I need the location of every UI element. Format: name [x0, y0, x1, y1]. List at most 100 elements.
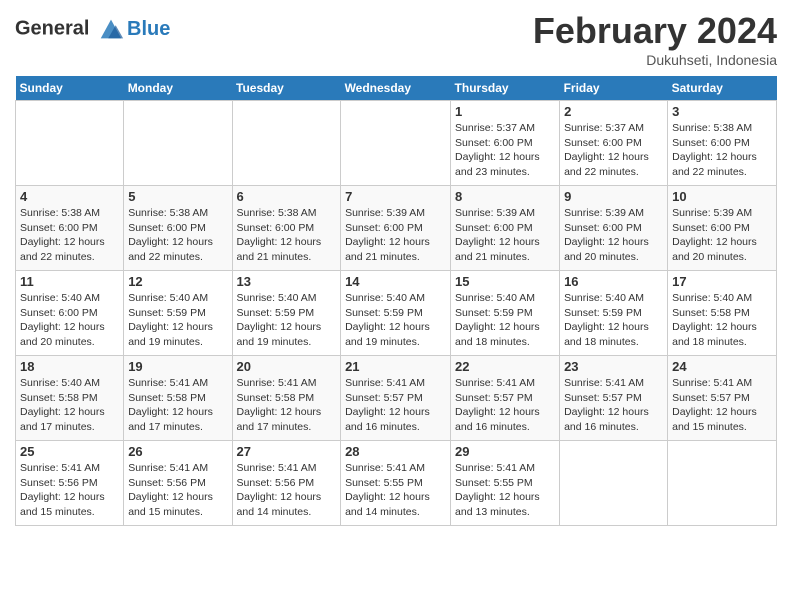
day-detail: Sunrise: 5:40 AMSunset: 5:59 PMDaylight:…: [455, 291, 555, 350]
calendar-cell: 12 Sunrise: 5:40 AMSunset: 5:59 PMDayligh…: [124, 271, 232, 356]
day-number: 8: [455, 189, 555, 204]
header-wednesday: Wednesday: [341, 76, 451, 101]
day-detail: Sunrise: 5:41 AMSunset: 5:56 PMDaylight:…: [128, 461, 227, 520]
day-detail: Sunrise: 5:41 AMSunset: 5:55 PMDaylight:…: [345, 461, 446, 520]
calendar-cell: 27 Sunrise: 5:41 AMSunset: 5:56 PMDayligh…: [232, 441, 341, 526]
day-detail: Sunrise: 5:41 AMSunset: 5:57 PMDaylight:…: [455, 376, 555, 435]
logo-blue: Blue: [127, 18, 170, 41]
calendar-cell: 14 Sunrise: 5:40 AMSunset: 5:59 PMDayligh…: [341, 271, 451, 356]
calendar-cell: 8 Sunrise: 5:39 AMSunset: 6:00 PMDaylight…: [451, 186, 560, 271]
header-thursday: Thursday: [451, 76, 560, 101]
day-detail: Sunrise: 5:37 AMSunset: 6:00 PMDaylight:…: [455, 121, 555, 180]
logo: General Blue: [15, 15, 170, 43]
header-sunday: Sunday: [16, 76, 124, 101]
day-detail: Sunrise: 5:37 AMSunset: 6:00 PMDaylight:…: [564, 121, 663, 180]
day-detail: Sunrise: 5:41 AMSunset: 5:58 PMDaylight:…: [237, 376, 337, 435]
day-number: 21: [345, 359, 446, 374]
day-detail: Sunrise: 5:40 AMSunset: 5:59 PMDaylight:…: [237, 291, 337, 350]
header-monday: Monday: [124, 76, 232, 101]
calendar-cell: 21 Sunrise: 5:41 AMSunset: 5:57 PMDayligh…: [341, 356, 451, 441]
header-friday: Friday: [560, 76, 668, 101]
calendar-cell: [16, 101, 124, 186]
logo-icon: [97, 15, 125, 43]
day-number: 19: [128, 359, 227, 374]
day-number: 3: [672, 104, 772, 119]
header-saturday: Saturday: [668, 76, 777, 101]
day-detail: Sunrise: 5:38 AMSunset: 6:00 PMDaylight:…: [128, 206, 227, 265]
day-number: 27: [237, 444, 337, 459]
calendar-cell: 1 Sunrise: 5:37 AMSunset: 6:00 PMDaylight…: [451, 101, 560, 186]
calendar-cell: 16Sunrise: 5:40 AMSunset: 5:59 PMDayligh…: [560, 271, 668, 356]
day-detail: Sunrise: 5:40 AMSunset: 5:59 PMDaylight:…: [345, 291, 446, 350]
week-row-4: 25 Sunrise: 5:41 AMSunset: 5:56 PMDayligh…: [16, 441, 777, 526]
day-number: 26: [128, 444, 227, 459]
day-number: 14: [345, 274, 446, 289]
day-number: 5: [128, 189, 227, 204]
month-title: February 2024: [533, 10, 777, 52]
day-number: 20: [237, 359, 337, 374]
calendar-cell: 20 Sunrise: 5:41 AMSunset: 5:58 PMDayligh…: [232, 356, 341, 441]
day-number: 12: [128, 274, 227, 289]
calendar-header-row: SundayMondayTuesdayWednesdayThursdayFrid…: [16, 76, 777, 101]
day-detail: Sunrise: 5:41 AMSunset: 5:56 PMDaylight:…: [20, 461, 119, 520]
day-detail: Sunrise: 5:40 AMSunset: 5:59 PMDaylight:…: [128, 291, 227, 350]
week-row-0: 1 Sunrise: 5:37 AMSunset: 6:00 PMDaylight…: [16, 101, 777, 186]
calendar-cell: 3 Sunrise: 5:38 AMSunset: 6:00 PMDaylight…: [668, 101, 777, 186]
calendar-cell: 24 Sunrise: 5:41 AMSunset: 5:57 PMDayligh…: [668, 356, 777, 441]
calendar-cell: 11Sunrise: 5:40 AMSunset: 6:00 PMDayligh…: [16, 271, 124, 356]
calendar-cell: [124, 101, 232, 186]
calendar-cell: 29 Sunrise: 5:41 AMSunset: 5:55 PMDayligh…: [451, 441, 560, 526]
day-detail: Sunrise: 5:41 AMSunset: 5:58 PMDaylight:…: [128, 376, 227, 435]
day-number: 1: [455, 104, 555, 119]
calendar-cell: 23 Sunrise: 5:41 AMSunset: 5:57 PMDayligh…: [560, 356, 668, 441]
day-number: 23: [564, 359, 663, 374]
day-detail: Sunrise: 5:38 AMSunset: 6:00 PMDaylight:…: [672, 121, 772, 180]
week-row-3: 18Sunrise: 5:40 AMSunset: 5:58 PMDayligh…: [16, 356, 777, 441]
calendar-cell: 22 Sunrise: 5:41 AMSunset: 5:57 PMDayligh…: [451, 356, 560, 441]
day-detail: Sunrise: 5:39 AMSunset: 6:00 PMDaylight:…: [345, 206, 446, 265]
day-number: 25: [20, 444, 119, 459]
day-number: 18: [20, 359, 119, 374]
day-detail: Sunrise: 5:41 AMSunset: 5:55 PMDaylight:…: [455, 461, 555, 520]
calendar-cell: 4Sunrise: 5:38 AMSunset: 6:00 PMDaylight…: [16, 186, 124, 271]
day-number: 29: [455, 444, 555, 459]
calendar-cell: 26 Sunrise: 5:41 AMSunset: 5:56 PMDayligh…: [124, 441, 232, 526]
day-number: 16: [564, 274, 663, 289]
calendar-cell: 6 Sunrise: 5:38 AMSunset: 6:00 PMDaylight…: [232, 186, 341, 271]
day-number: 7: [345, 189, 446, 204]
day-detail: Sunrise: 5:41 AMSunset: 5:57 PMDaylight:…: [564, 376, 663, 435]
week-row-1: 4Sunrise: 5:38 AMSunset: 6:00 PMDaylight…: [16, 186, 777, 271]
day-detail: Sunrise: 5:41 AMSunset: 5:56 PMDaylight:…: [237, 461, 337, 520]
calendar-cell: [668, 441, 777, 526]
week-row-2: 11Sunrise: 5:40 AMSunset: 6:00 PMDayligh…: [16, 271, 777, 356]
day-detail: Sunrise: 5:41 AMSunset: 5:57 PMDaylight:…: [345, 376, 446, 435]
day-detail: Sunrise: 5:39 AMSunset: 6:00 PMDaylight:…: [455, 206, 555, 265]
calendar-cell: 18Sunrise: 5:40 AMSunset: 5:58 PMDayligh…: [16, 356, 124, 441]
day-number: 13: [237, 274, 337, 289]
day-detail: Sunrise: 5:41 AMSunset: 5:57 PMDaylight:…: [672, 376, 772, 435]
day-number: 15: [455, 274, 555, 289]
calendar-cell: 5 Sunrise: 5:38 AMSunset: 6:00 PMDaylight…: [124, 186, 232, 271]
day-detail: Sunrise: 5:40 AMSunset: 5:58 PMDaylight:…: [672, 291, 772, 350]
day-detail: Sunrise: 5:38 AMSunset: 6:00 PMDaylight:…: [20, 206, 119, 265]
day-number: 10: [672, 189, 772, 204]
day-number: 6: [237, 189, 337, 204]
calendar-cell: 25 Sunrise: 5:41 AMSunset: 5:56 PMDayligh…: [16, 441, 124, 526]
calendar-cell: 28Sunrise: 5:41 AMSunset: 5:55 PMDayligh…: [341, 441, 451, 526]
calendar-cell: [560, 441, 668, 526]
subtitle: Dukuhseti, Indonesia: [533, 52, 777, 68]
calendar-cell: [232, 101, 341, 186]
calendar-cell: 17 Sunrise: 5:40 AMSunset: 5:58 PMDayligh…: [668, 271, 777, 356]
day-detail: Sunrise: 5:38 AMSunset: 6:00 PMDaylight:…: [237, 206, 337, 265]
day-detail: Sunrise: 5:39 AMSunset: 6:00 PMDaylight:…: [672, 206, 772, 265]
header: General Blue February 2024 Dukuhseti, In…: [15, 10, 777, 68]
calendar-cell: 9Sunrise: 5:39 AMSunset: 6:00 PMDaylight…: [560, 186, 668, 271]
day-number: 24: [672, 359, 772, 374]
calendar-cell: 15 Sunrise: 5:40 AMSunset: 5:59 PMDayligh…: [451, 271, 560, 356]
calendar-cell: [341, 101, 451, 186]
title-area: February 2024 Dukuhseti, Indonesia: [533, 10, 777, 68]
day-number: 11: [20, 274, 119, 289]
day-number: 17: [672, 274, 772, 289]
day-number: 22: [455, 359, 555, 374]
day-number: 9: [564, 189, 663, 204]
